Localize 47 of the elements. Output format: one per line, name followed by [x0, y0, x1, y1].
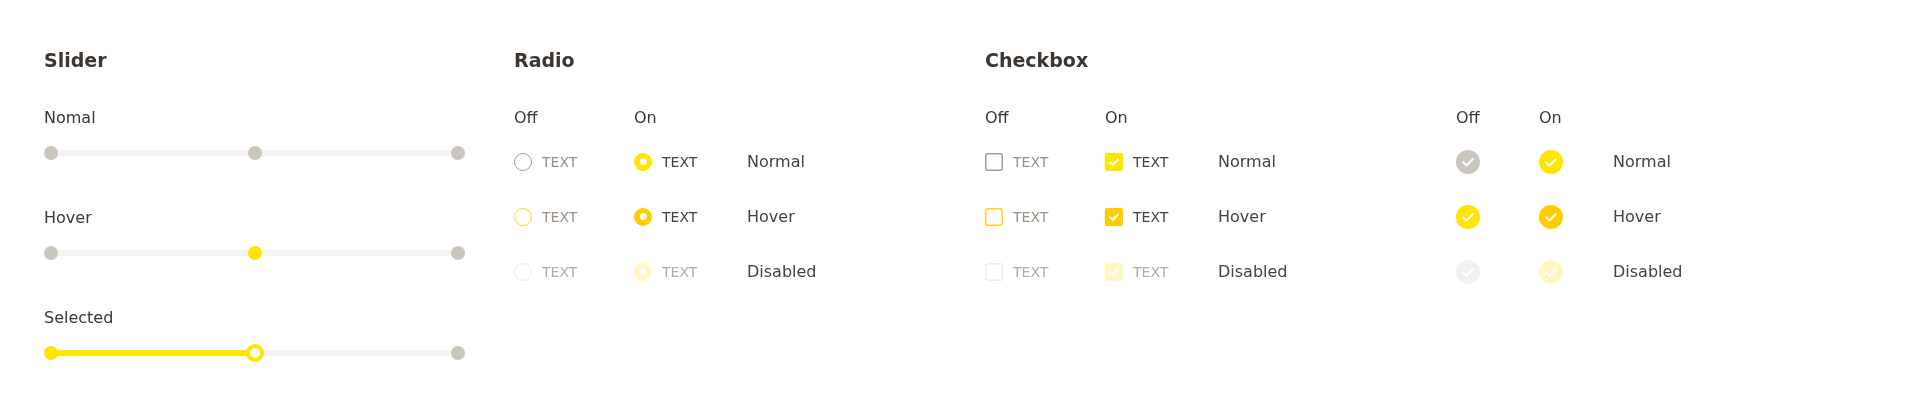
state-label: Normal	[1613, 152, 1671, 171]
state-label: Disabled	[747, 262, 817, 281]
check-circle-icon[interactable]	[1539, 259, 1563, 284]
slider-stop	[44, 246, 58, 260]
check-circle-icon[interactable]	[1456, 149, 1480, 174]
section-title: Checkbox	[985, 48, 1090, 73]
radio-option[interactable]: TEXT	[514, 152, 634, 171]
slider-stop	[44, 346, 58, 360]
checkbox-option[interactable]: TEXT	[985, 262, 1105, 281]
slider-thumb[interactable]	[247, 146, 262, 160]
column-header: On	[1539, 107, 1563, 129]
check-circle-icon[interactable]	[1539, 149, 1563, 174]
slider-thumb[interactable]	[247, 246, 262, 260]
checkbox-option[interactable]: TEXT	[1105, 207, 1218, 226]
checkbox-option[interactable]: TEXT	[985, 207, 1105, 226]
column-header: On	[1105, 107, 1129, 129]
column-header: Off	[985, 107, 1010, 129]
state-label: Disabled	[1613, 262, 1683, 281]
state-label: Hover	[747, 207, 795, 226]
section-title: Radio	[514, 48, 576, 73]
radio-option[interactable]: TEXT	[634, 152, 747, 171]
slider-stop	[451, 346, 465, 360]
radio-option[interactable]: TEXT	[514, 262, 634, 281]
column-header: Off	[514, 107, 539, 129]
check-circle-icon[interactable]	[1456, 204, 1480, 229]
checkbox-option[interactable]: TEXT	[1105, 152, 1218, 171]
state-label: Hover	[1613, 207, 1661, 226]
radio-option[interactable]: TEXT	[634, 207, 747, 226]
slider-stop	[451, 146, 465, 160]
checkbox-option[interactable]: TEXT	[985, 152, 1105, 171]
state-label: Normal	[1218, 152, 1276, 171]
check-circle-icon[interactable]	[1539, 204, 1563, 229]
column-header: On	[634, 107, 658, 129]
slider-stop	[451, 246, 465, 260]
slider-stop	[44, 146, 58, 160]
radio-option[interactable]: TEXT	[634, 262, 747, 281]
slider-thumb[interactable]	[245, 344, 264, 362]
checkbox-option[interactable]: TEXT	[1105, 262, 1218, 281]
section-title: Slider	[44, 48, 108, 73]
slider-label: Hover	[44, 207, 93, 229]
state-label: Normal	[747, 152, 805, 171]
state-label: Disabled	[1218, 262, 1288, 281]
state-label: Hover	[1218, 207, 1266, 226]
column-header: Off	[1456, 107, 1481, 129]
slider-label: Nomal	[44, 107, 97, 129]
slider-label: Selected	[44, 307, 115, 329]
radio-option[interactable]: TEXT	[514, 207, 634, 226]
